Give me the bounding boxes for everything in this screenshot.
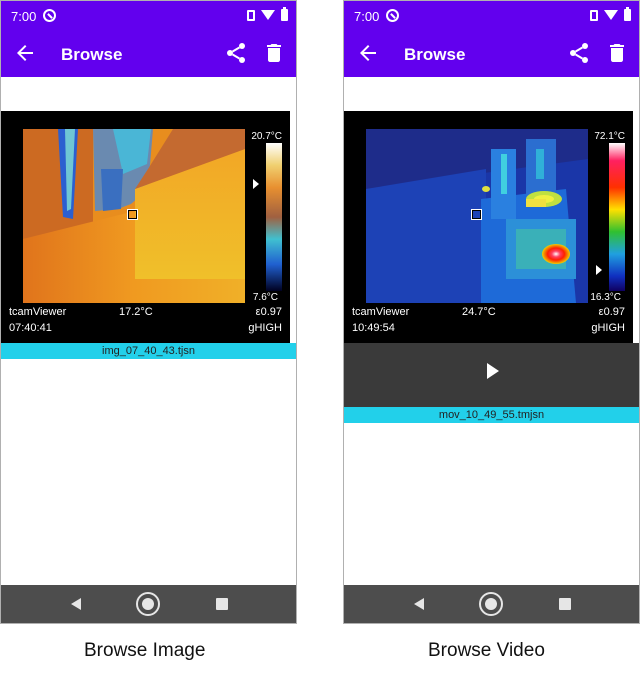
filename-label[interactable]: mov_10_49_55.tmjsn xyxy=(344,407,639,423)
rainbow-colorbar xyxy=(609,143,625,291)
system-navbar xyxy=(1,585,296,623)
share-icon[interactable] xyxy=(224,41,248,65)
status-bar: 7:00 xyxy=(1,1,296,31)
nav-recents-icon[interactable] xyxy=(216,598,228,610)
iron-colorbar xyxy=(266,143,282,291)
nav-home-icon[interactable] xyxy=(479,592,503,616)
page-title: Browse xyxy=(404,45,466,64)
nav-back-icon[interactable] xyxy=(71,598,81,610)
page-title: Browse xyxy=(61,45,123,64)
battery-icon xyxy=(624,7,631,21)
vibrate-icon xyxy=(247,9,255,21)
gain-label: gHIGH xyxy=(248,322,282,334)
timestamp-label: 10:49:54 xyxy=(352,322,395,334)
status-time: 7:00 xyxy=(11,9,37,24)
colorbar-marker xyxy=(596,265,602,275)
nav-back-icon[interactable] xyxy=(414,598,424,610)
trash-icon[interactable] xyxy=(605,41,629,65)
max-temp-label: 72.1°C xyxy=(594,131,625,142)
spot-temp-label: 17.2°C xyxy=(119,306,153,318)
phone-browse-video: 7:00 Browse 72.1°C 16.3°C tcamViewer 24.… xyxy=(343,0,640,624)
phone-browse-image: 7:00 Browse 20.7°C 7.6°C tcamViewer 17.2… xyxy=(0,0,297,624)
do-not-disturb-icon xyxy=(43,9,56,22)
status-bar: 7:00 xyxy=(344,1,639,31)
spot-meter[interactable] xyxy=(127,209,138,220)
app-name-label: tcamViewer xyxy=(9,306,67,318)
vibrate-icon xyxy=(590,9,598,21)
max-temp-label: 20.7°C xyxy=(251,131,282,142)
thermal-video-frame[interactable] xyxy=(366,129,588,303)
thermal-image-viewer[interactable]: 20.7°C 7.6°C tcamViewer 17.2°C ε0.97 07:… xyxy=(1,111,290,343)
colorbar-marker xyxy=(253,179,259,189)
spot-temp-label: 24.7°C xyxy=(462,306,496,318)
battery-icon xyxy=(281,7,288,21)
spot-meter[interactable] xyxy=(471,209,482,220)
arrow-left-icon[interactable] xyxy=(356,41,380,65)
status-time: 7:00 xyxy=(354,9,380,24)
nav-home-icon[interactable] xyxy=(136,592,160,616)
share-icon[interactable] xyxy=(567,41,591,65)
do-not-disturb-icon xyxy=(386,9,399,22)
thermal-video-viewer[interactable]: 72.1°C 16.3°C tcamViewer 24.7°C ε0.97 10… xyxy=(344,111,633,343)
min-temp-label: 16.3°C xyxy=(590,292,621,303)
app-bar: Browse xyxy=(1,31,296,77)
thermal-image[interactable] xyxy=(23,129,245,303)
arrow-left-icon[interactable] xyxy=(13,41,37,65)
emissivity-label: ε0.97 xyxy=(598,306,625,318)
gain-label: gHIGH xyxy=(591,322,625,334)
video-controls xyxy=(344,343,639,407)
caption-browse-image: Browse Image xyxy=(84,640,206,661)
timestamp-label: 07:40:41 xyxy=(9,322,52,334)
min-temp-label: 7.6°C xyxy=(252,292,278,303)
emissivity-label: ε0.97 xyxy=(255,306,282,318)
play-icon[interactable] xyxy=(484,360,504,386)
caption-browse-video: Browse Video xyxy=(428,640,545,661)
app-name-label: tcamViewer xyxy=(352,306,410,318)
wifi-icon xyxy=(261,10,275,20)
wifi-icon xyxy=(604,10,618,20)
system-navbar xyxy=(344,585,639,623)
trash-icon[interactable] xyxy=(262,41,286,65)
filename-label[interactable]: img_07_40_43.tjsn xyxy=(1,343,296,359)
nav-recents-icon[interactable] xyxy=(559,598,571,610)
app-bar: Browse xyxy=(344,31,639,77)
